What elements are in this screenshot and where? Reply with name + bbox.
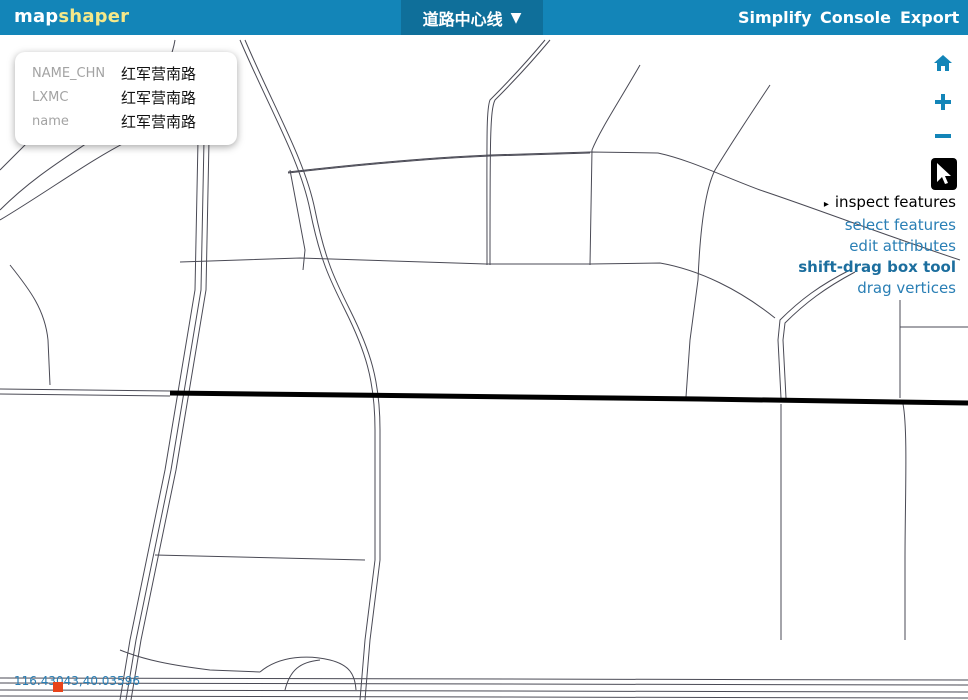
attribute-value[interactable]: 红军营南路 [121, 88, 196, 108]
menu-item-label: inspect features [834, 193, 956, 211]
home-icon[interactable] [932, 53, 954, 73]
layer-name: 道路中心线 [422, 9, 503, 29]
zoom-in-icon[interactable] [933, 92, 953, 112]
feature-info-popup: NAME_CHN 红军营南路 LXMC 红军营南路 name 红军营南路 [15, 52, 237, 145]
coordinate-readout[interactable]: 116.43043,40.03596 [14, 674, 140, 688]
pointer-icon[interactable] [931, 158, 957, 190]
tool-menu: ▸ inspect features select features edit a… [798, 192, 956, 299]
popup-row: name 红军营南路 [32, 112, 196, 132]
popup-row: NAME_CHN 红军营南路 [32, 64, 196, 84]
mapshaper-logo[interactable]: mapshaper [14, 6, 129, 27]
menu-item-edit-attributes[interactable]: edit attributes [798, 236, 956, 257]
logo-part-map: map [14, 6, 59, 27]
popup-row: LXMC 红军营南路 [32, 88, 196, 108]
selected-road[interactable] [169, 390, 968, 406]
export-button[interactable]: Export [900, 8, 959, 27]
attribute-key: NAME_CHN [32, 66, 106, 81]
dropdown-arrow-icon: ▼ [510, 9, 522, 26]
attribute-key: LXMC [32, 90, 69, 105]
menu-item-inspect-features[interactable]: ▸ inspect features [798, 192, 956, 215]
caret-icon: ▸ [823, 199, 829, 210]
attribute-key: name [32, 114, 69, 129]
attribute-value[interactable]: 红军营南路 [121, 64, 196, 84]
attribute-value[interactable]: 红军营南路 [121, 112, 196, 132]
menu-item-select-features[interactable]: select features [798, 215, 956, 236]
menu-item-drag-vertices[interactable]: drag vertices [798, 278, 956, 299]
console-button[interactable]: Console [820, 8, 891, 27]
zoom-out-icon[interactable] [933, 128, 953, 144]
top-bar: mapshaper 道路中心线 ▼ Simplify Console Expor… [0, 0, 968, 35]
location-marker [53, 682, 63, 692]
layer-selector[interactable]: 道路中心线 ▼ [401, 0, 543, 35]
logo-part-shaper: shaper [58, 6, 130, 27]
simplify-button[interactable]: Simplify [738, 8, 812, 27]
menu-item-shift-drag-box-tool[interactable]: shift-drag box tool [798, 257, 956, 278]
